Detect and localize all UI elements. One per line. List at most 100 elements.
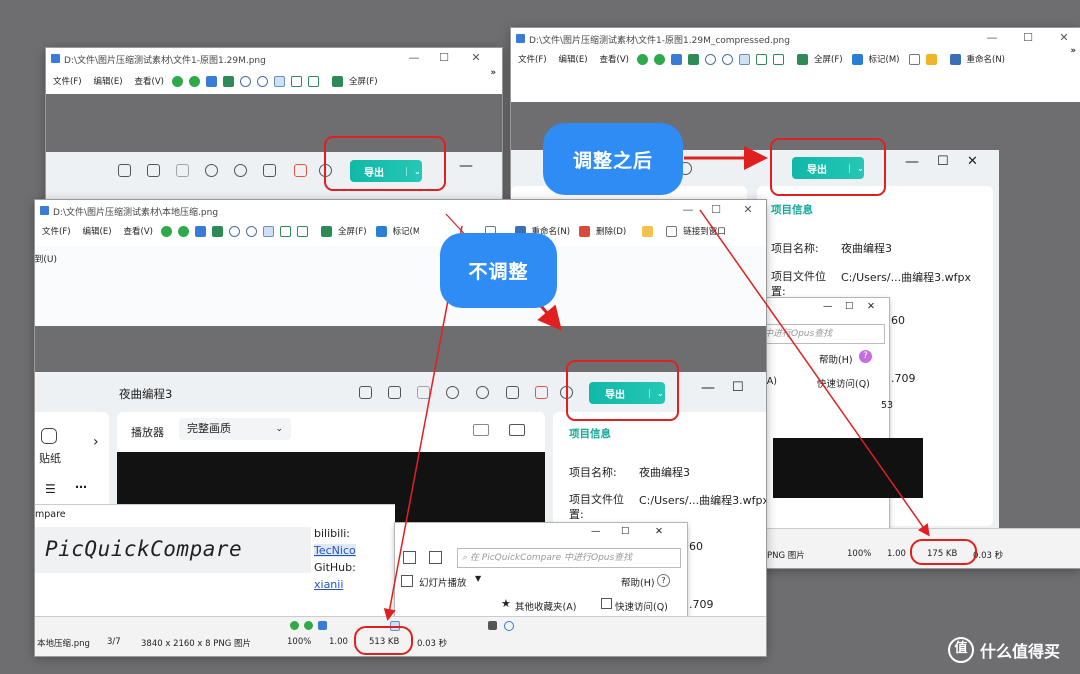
history-icon[interactable] bbox=[359, 386, 372, 399]
minimize-app-button[interactable]: — bbox=[459, 158, 473, 174]
mark-label[interactable]: 标记(M) bbox=[869, 53, 900, 65]
dialog-favorites[interactable]: 其他收藏夹(A) bbox=[515, 599, 576, 613]
next-icon[interactable] bbox=[654, 53, 665, 65]
fullscreen-icon[interactable] bbox=[332, 75, 343, 87]
save-icon[interactable] bbox=[176, 164, 189, 177]
chevron-right-icon[interactable]: › bbox=[93, 434, 99, 450]
settings-icon[interactable] bbox=[504, 621, 514, 631]
zoom-out-icon[interactable] bbox=[257, 75, 268, 87]
minimize-button[interactable]: — bbox=[676, 203, 700, 216]
maximize-button[interactable]: ☐ bbox=[704, 203, 728, 216]
fit-icon[interactable] bbox=[263, 225, 274, 237]
close-button[interactable]: ✕ bbox=[1052, 31, 1076, 44]
fullscreen-label[interactable]: 全屏(F) bbox=[349, 75, 378, 87]
dialog-close[interactable]: ✕ bbox=[867, 301, 875, 312]
actual-size-icon[interactable] bbox=[291, 75, 302, 87]
monitor-icon[interactable] bbox=[388, 386, 401, 399]
delete-label[interactable]: 删除(D) bbox=[596, 225, 626, 237]
close-button[interactable]: ✕ bbox=[736, 203, 760, 216]
window-fit-icon[interactable] bbox=[773, 53, 784, 65]
maximize-button[interactable]: ☐ bbox=[1016, 31, 1040, 44]
next-icon[interactable] bbox=[189, 75, 200, 87]
menu-edit[interactable]: 编辑(E) bbox=[559, 53, 588, 65]
minimize-app-button[interactable]: — bbox=[905, 154, 919, 170]
dialog-maximize[interactable]: ☐ bbox=[621, 526, 630, 537]
zoom-in-icon[interactable] bbox=[705, 53, 716, 65]
waveform-icon[interactable] bbox=[509, 424, 525, 436]
github-link[interactable]: xianii bbox=[314, 578, 343, 591]
print-icon[interactable] bbox=[488, 621, 497, 630]
image-alt-icon[interactable] bbox=[212, 225, 223, 237]
fullscreen-label[interactable]: 全屏(F) bbox=[814, 53, 843, 65]
grid-icon[interactable] bbox=[506, 386, 519, 399]
image-icon[interactable] bbox=[318, 621, 327, 630]
folder-icon[interactable] bbox=[642, 225, 654, 237]
image-alt-icon[interactable] bbox=[688, 53, 699, 65]
sticker-icon[interactable] bbox=[41, 428, 57, 444]
cloud-icon[interactable] bbox=[205, 164, 218, 177]
dialog-quick-access[interactable]: 快速访问(Q) bbox=[615, 599, 668, 613]
menu-edit[interactable]: 编辑(E) bbox=[94, 75, 123, 87]
chevron-down-icon[interactable]: ▼ bbox=[475, 574, 481, 583]
info-tab[interactable]: 项目信息 bbox=[569, 426, 611, 441]
prev-icon[interactable] bbox=[290, 621, 299, 630]
link-label[interactable]: 链接到窗口 bbox=[683, 225, 726, 237]
save-icon[interactable] bbox=[417, 386, 430, 399]
grid-icon[interactable] bbox=[263, 164, 276, 177]
prev-icon[interactable] bbox=[161, 225, 172, 237]
dialog-help[interactable]: 帮助(H) bbox=[621, 575, 655, 589]
dialog-maximize[interactable]: ☐ bbox=[845, 301, 854, 312]
fit-icon[interactable] bbox=[739, 53, 750, 65]
preview-icon[interactable] bbox=[429, 551, 442, 564]
menu-file[interactable]: 文件(F) bbox=[518, 53, 547, 65]
star-icon[interactable] bbox=[925, 53, 937, 65]
dialog-quick-access[interactable]: 快速访问(Q) bbox=[817, 376, 870, 390]
cloud-icon[interactable] bbox=[446, 386, 459, 399]
quick-access-icon[interactable] bbox=[601, 598, 612, 609]
sticker-label[interactable]: 贴纸 bbox=[39, 450, 61, 466]
maximize-button[interactable]: ☐ bbox=[432, 51, 456, 64]
actual-size-icon[interactable] bbox=[280, 225, 291, 237]
headset-icon[interactable] bbox=[476, 386, 489, 399]
more-chevron[interactable]: » bbox=[1071, 46, 1077, 56]
image-icon[interactable] bbox=[671, 53, 682, 65]
more-chevron[interactable]: » bbox=[491, 68, 497, 78]
next-icon[interactable] bbox=[304, 621, 313, 630]
help-icon[interactable]: ? bbox=[657, 574, 670, 587]
dialog-minimize[interactable]: — bbox=[823, 301, 833, 312]
rename-icon[interactable] bbox=[949, 53, 961, 65]
prev-icon[interactable] bbox=[637, 53, 648, 65]
zoom-out-icon[interactable] bbox=[246, 225, 257, 237]
monitor-icon[interactable] bbox=[147, 164, 160, 177]
info-tab[interactable]: 项目信息 bbox=[771, 202, 813, 217]
minimize-button[interactable]: — bbox=[980, 31, 1004, 44]
actual-size-icon[interactable] bbox=[756, 53, 767, 65]
dialog-search[interactable]: ⌕ 在 PicQuickCompare 中进行Opus查找 bbox=[457, 548, 681, 568]
image-icon[interactable] bbox=[206, 75, 217, 87]
zoom-in-icon[interactable] bbox=[240, 75, 251, 87]
window-fit-icon[interactable] bbox=[297, 225, 308, 237]
history-icon[interactable] bbox=[118, 164, 131, 177]
headset-icon[interactable] bbox=[234, 164, 247, 177]
help-icon[interactable]: ? bbox=[859, 350, 872, 363]
bilibili-link[interactable]: TecNico bbox=[314, 544, 356, 557]
cart-icon[interactable] bbox=[294, 164, 307, 177]
fullscreen-icon[interactable] bbox=[797, 53, 808, 65]
copy-icon[interactable] bbox=[908, 53, 920, 65]
menu-view[interactable]: 查看(V) bbox=[600, 53, 629, 65]
fullscreen-icon[interactable] bbox=[321, 225, 332, 237]
slideshow-icon[interactable] bbox=[401, 575, 413, 587]
menu-view[interactable]: 查看(V) bbox=[135, 75, 164, 87]
dialog-slideshow[interactable]: 幻灯片播放 bbox=[419, 575, 467, 589]
menu-file[interactable]: 文件(F) bbox=[42, 225, 71, 237]
maximize-app-button[interactable]: ☐ bbox=[732, 380, 744, 395]
menu-file[interactable]: 文件(F) bbox=[53, 75, 82, 87]
close-button[interactable]: ✕ bbox=[464, 51, 488, 64]
dialog-close[interactable]: ✕ bbox=[655, 526, 663, 537]
view-icon[interactable] bbox=[403, 551, 416, 564]
dialog-search[interactable]: 中进行Opus查找 bbox=[763, 324, 885, 344]
mark-icon[interactable] bbox=[851, 53, 863, 65]
fit-icon[interactable] bbox=[274, 75, 285, 87]
rename-label[interactable]: 重命名(N) bbox=[967, 53, 1006, 65]
more-icon[interactable]: ⋯ bbox=[75, 480, 87, 494]
